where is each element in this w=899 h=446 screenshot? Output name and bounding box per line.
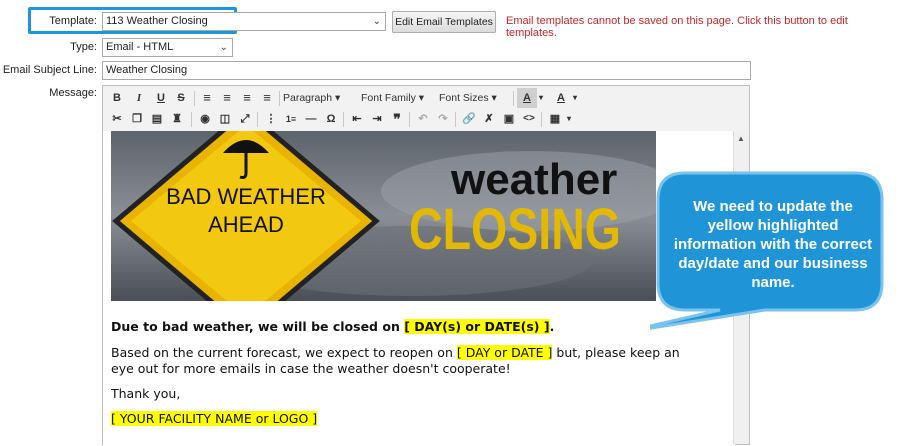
toolbar-divider [257, 112, 258, 127]
text-color-dropdown-icon[interactable]: ▾ [535, 88, 547, 108]
font-sizes-dropdown[interactable]: Font Sizes ▾ [439, 88, 497, 108]
table-icon[interactable]: ▦ [545, 109, 565, 129]
toolbar-divider [409, 112, 410, 127]
toolbar-divider [191, 112, 192, 127]
preview-icon[interactable]: ◉ [195, 109, 215, 129]
unlink-icon[interactable]: ✗ [479, 109, 499, 129]
message-line-1: Due to bad weather, we will be closed on… [111, 319, 554, 334]
scroll-up-icon[interactable]: ▲ [737, 134, 745, 143]
editor-content[interactable]: BAD WEATHER AHEAD weather CLOSING Due to… [103, 131, 735, 446]
subject-input-value: Weather Closing [106, 64, 188, 76]
align-center-icon[interactable]: ≡ [217, 88, 237, 108]
copy-icon[interactable]: ❐ [127, 109, 147, 129]
message-line-2-prefix: Based on the current forecast, we expect… [111, 345, 457, 360]
type-select[interactable]: Email - HTML ⌄ [102, 38, 233, 57]
paste-icon[interactable]: ▤ [147, 109, 167, 129]
numbered-list-icon[interactable]: 1≡ [281, 109, 301, 129]
template-select[interactable]: 113 Weather Closing ⌄ [102, 12, 386, 31]
toolbar-divider [513, 91, 514, 106]
special-character-icon[interactable]: Ω [321, 109, 341, 129]
toolbar-divider [279, 91, 280, 106]
undo-icon[interactable]: ↶ [413, 109, 433, 129]
blockquote-icon[interactable]: ❞ [387, 109, 407, 129]
toolbar-row-2: ✂ ❐ ▤ ♜ ◉ ◫ ⤢ ⋮ 1≡ — Ω ⇤ ⇥ ❞ ↶ ↷ 🔗 ✗ ▣ <… [105, 109, 745, 131]
font-family-dropdown-label: Font Family [361, 92, 416, 104]
callout-text: We need to update the yellow highlighted… [673, 198, 873, 291]
background-color-dropdown-icon[interactable]: ▾ [569, 88, 581, 108]
banner-sign-line2: AHEAD [208, 212, 284, 237]
align-left-icon[interactable]: ≡ [197, 88, 217, 108]
message-label: Message: [49, 87, 97, 99]
message-line-1-prefix: Due to bad weather, we will be closed on [111, 319, 405, 334]
message-line-3: eye out for more emails in case the weat… [111, 361, 511, 376]
text-color-button[interactable]: A [517, 88, 537, 108]
banner-sign-line1: BAD WEATHER [166, 184, 326, 209]
bold-button[interactable]: B [107, 88, 127, 108]
toolbar-row-1: B I U S ≡ ≡ ≡ ≡ Paragraph ▾ Font Family … [105, 88, 745, 110]
message-thanks: Thank you, [111, 386, 181, 401]
code-icon[interactable]: <> [519, 109, 539, 129]
template-label: Template: [49, 15, 97, 27]
find-icon[interactable]: ♜ [167, 109, 187, 129]
background-color-button[interactable]: A [551, 88, 571, 108]
cut-icon[interactable]: ✂ [107, 109, 127, 129]
underline-button[interactable]: U [151, 88, 171, 108]
toolbar-divider [194, 91, 195, 106]
toolbar-divider [541, 112, 542, 127]
outdent-icon[interactable]: ⇤ [347, 109, 367, 129]
type-select-value: Email - HTML [106, 41, 174, 53]
strikethrough-button[interactable]: S [171, 88, 191, 108]
indent-icon[interactable]: ⇥ [367, 109, 387, 129]
message-line-1-suffix: . [549, 319, 555, 334]
facility-name-placeholder: [ YOUR FACILITY NAME or LOGO ] [111, 411, 318, 426]
chevron-down-icon: ⌄ [372, 16, 381, 27]
paragraph-dropdown[interactable]: Paragraph ▾ [283, 88, 340, 108]
print-icon[interactable]: ◫ [215, 109, 235, 129]
reopen-date-placeholder: [ DAY or DATE ] [456, 345, 553, 360]
type-label: Type: [70, 41, 97, 53]
weather-closing-banner-image: BAD WEATHER AHEAD weather CLOSING [111, 131, 656, 301]
toolbar-divider [343, 112, 344, 127]
align-justify-icon[interactable]: ≡ [257, 88, 277, 108]
message-line-2: Based on the current forecast, we expect… [111, 345, 680, 360]
italic-button[interactable]: I [129, 88, 149, 108]
templates-warning: Email templates cannot be saved on this … [506, 15, 848, 39]
facility-name-highlight: [ YOUR FACILITY NAME or LOGO ] [111, 411, 318, 426]
fullscreen-icon[interactable]: ⤢ [235, 109, 255, 129]
bullet-list-icon[interactable]: ⋮ [261, 109, 281, 129]
toolbar-divider [455, 112, 456, 127]
table-dropdown-icon[interactable]: ▾ [563, 109, 575, 129]
align-right-icon[interactable]: ≡ [237, 88, 257, 108]
banner-title-closing: CLOSING [409, 197, 621, 262]
paragraph-dropdown-label: Paragraph [283, 92, 333, 104]
subject-label: Email Subject Line: [2, 64, 97, 76]
font-family-dropdown[interactable]: Font Family ▾ [361, 88, 424, 108]
subject-input[interactable]: Weather Closing [102, 61, 751, 80]
link-icon[interactable]: 🔗 [459, 109, 479, 129]
chevron-down-icon: ⌄ [219, 42, 228, 53]
font-sizes-dropdown-label: Font Sizes [439, 92, 489, 104]
template-select-value: 113 Weather Closing [106, 15, 208, 27]
image-icon[interactable]: ▣ [499, 109, 519, 129]
horizontal-rule-icon[interactable]: — [301, 109, 321, 129]
edit-email-templates-button[interactable]: Edit Email Templates [392, 11, 496, 33]
closed-dates-placeholder: [ DAY(s) or DATE(s) ] [404, 319, 550, 334]
redo-icon[interactable]: ↷ [433, 109, 453, 129]
